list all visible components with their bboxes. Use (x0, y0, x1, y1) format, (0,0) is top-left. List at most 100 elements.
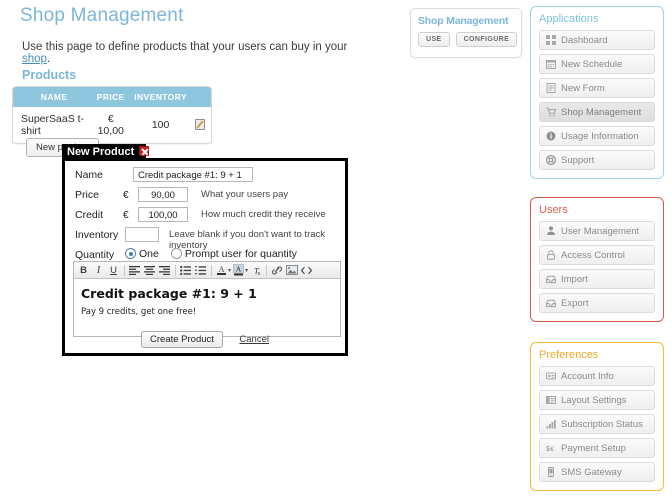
close-icon[interactable] (139, 146, 150, 156)
shop-link[interactable]: shop (22, 53, 47, 65)
person-icon (546, 226, 556, 236)
cancel-link[interactable]: Cancel (239, 334, 269, 345)
panel-title-preferences: Preferences (539, 349, 599, 361)
align-left-icon[interactable] (127, 263, 142, 278)
inbox-in-icon (546, 274, 556, 284)
column-header-actions (190, 87, 211, 107)
sidebar-item-label: Subscription Status (561, 418, 643, 430)
credit-hint: How much credit they receive (201, 209, 326, 220)
new-product-dialog: New Product Name Credit package #1: 9 + … (62, 144, 348, 356)
sidebar-item-label: Export (561, 297, 589, 309)
sidebar-item-sms-gateway[interactable]: SMS Gateway (539, 462, 655, 482)
sidebar-item-new-schedule[interactable]: New Schedule (539, 54, 655, 74)
sidebar-item-label: Payment Setup (561, 442, 626, 454)
price-hint: What your users pay (201, 189, 289, 200)
dialog-frame: Name Credit package #1: 9 + 1 Price € 90… (62, 158, 348, 356)
create-product-button[interactable]: Create Product (141, 331, 223, 348)
use-button[interactable]: USE (418, 32, 450, 47)
sidebar-item-new-form[interactable]: New Form (539, 78, 655, 98)
products-table: NAME PRICE INVENTORY SuperSaaS t-shirt €… (12, 86, 212, 144)
sidebar-item-label: Import (561, 273, 588, 285)
field-row-price: Price € 90,00 What your users pay (73, 187, 337, 205)
app-card-buttons: USE CONFIGURE (418, 32, 518, 47)
sidebar-item-label: Shop Management (561, 106, 642, 118)
sidebar-item-support[interactable]: Support (539, 150, 655, 170)
clear-formatting-icon[interactable]: Tx (248, 263, 263, 278)
lifebuoy-icon (546, 155, 556, 165)
bold-icon[interactable]: B (76, 263, 91, 278)
italic-icon[interactable]: I (91, 263, 106, 278)
editor-toolbar: B I U A ▾ A ▾ T x (74, 262, 340, 279)
label-quantity-prompt: Prompt user for quantity (184, 248, 297, 260)
main-content: Shop Management Use this page to define … (0, 0, 405, 503)
sidebar-item-label: Layout Settings (561, 394, 627, 406)
radio-quantity-one[interactable] (125, 248, 136, 259)
sidebar-item-import[interactable]: Import (539, 269, 655, 289)
text-color-icon[interactable]: A (214, 263, 229, 278)
sidebar-item-user-management[interactable]: User Management (539, 221, 655, 241)
dialog-title: New Product (67, 146, 135, 158)
svg-text:A: A (236, 265, 242, 274)
layout-icon (546, 395, 556, 405)
panel-preferences: Preferences Account Info Layout Settings… (530, 342, 664, 491)
panel-title-applications: Applications (539, 13, 599, 25)
sidebar-item-label: User Management (561, 225, 640, 237)
sidebar-item-layout-settings[interactable]: Layout Settings (539, 390, 655, 410)
highlight-color-icon[interactable]: A (231, 263, 246, 278)
panel-applications: Applications Dashboard New Schedule New … (530, 6, 664, 179)
page-description-suffix: . (46, 53, 51, 65)
edit-icon[interactable] (194, 119, 207, 131)
sidebar-item-access-control[interactable]: Access Control (539, 245, 655, 265)
sidebar-item-account-info[interactable]: Account Info (539, 366, 655, 386)
svg-text:A: A (219, 265, 225, 274)
shop-management-app-card: Shop Management USE CONFIGURE (410, 8, 522, 58)
image-icon[interactable] (284, 263, 299, 278)
numbered-list-icon[interactable] (193, 263, 208, 278)
name-input[interactable]: Credit package #1: 9 + 1 (133, 167, 253, 182)
inbox-out-icon (546, 298, 556, 308)
align-right-icon[interactable] (157, 263, 172, 278)
sidebar-item-subscription-status[interactable]: Subscription Status (539, 414, 655, 434)
products-table-head: NAME PRICE INVENTORY (13, 87, 211, 107)
sidebar-item-export[interactable]: Export (539, 293, 655, 313)
column-header-inventory[interactable]: INVENTORY (130, 87, 191, 107)
sidebar-item-usage-information[interactable]: Usage Information (539, 126, 655, 146)
column-header-price[interactable]: PRICE (91, 87, 131, 107)
calendar-icon (546, 59, 556, 69)
label-price: Price (75, 189, 99, 201)
cart-icon (546, 107, 556, 117)
lock-icon (546, 250, 556, 260)
align-center-icon[interactable] (142, 263, 157, 278)
app-root: Shop Management Use this page to define … (0, 0, 672, 503)
credit-input[interactable]: 100,00 (138, 207, 188, 222)
price-input[interactable]: 90,00 (138, 187, 188, 202)
sidebar-item-label: Usage Information (561, 130, 639, 142)
link-icon[interactable] (269, 263, 284, 278)
id-card-icon (546, 371, 556, 381)
column-header-name[interactable]: NAME (13, 87, 92, 107)
label-name: Name (75, 169, 104, 181)
dialog-titlebar: New Product (62, 144, 150, 161)
page-description-text: Use this page to define products that yo… (22, 41, 348, 53)
cell-product-inventory: 100 (130, 107, 191, 143)
sidebar-item-label: New Form (561, 82, 605, 94)
bullet-list-icon[interactable] (178, 263, 193, 278)
sidebar-item-shop-management[interactable]: Shop Management (539, 102, 655, 122)
dialog-actions: Create Product Cancel (65, 329, 345, 348)
editor-content-area[interactable]: Credit package #1: 9 + 1 Pay 9 credits, … (74, 279, 340, 322)
sidebar-item-label: Account Info (561, 370, 614, 382)
radio-quantity-prompt[interactable] (170, 248, 182, 259)
editor-heading: Credit package #1: 9 + 1 (81, 286, 257, 301)
bar-chart-icon (546, 419, 556, 429)
currency-icon: $ € (546, 443, 556, 453)
configure-button[interactable]: CONFIGURE (455, 32, 518, 47)
svg-text:$: $ (546, 446, 550, 453)
source-code-icon[interactable] (299, 263, 314, 278)
sidebar-item-payment-setup[interactable]: $ € Payment Setup (539, 438, 655, 458)
underline-icon[interactable]: U (106, 263, 121, 278)
sidebar-item-dashboard[interactable]: Dashboard (539, 30, 655, 50)
svg-text:€: € (551, 447, 555, 453)
label-quantity: Quantity (75, 249, 115, 261)
sidebar-item-label: Access Control (561, 249, 625, 261)
inventory-input[interactable] (125, 227, 159, 242)
